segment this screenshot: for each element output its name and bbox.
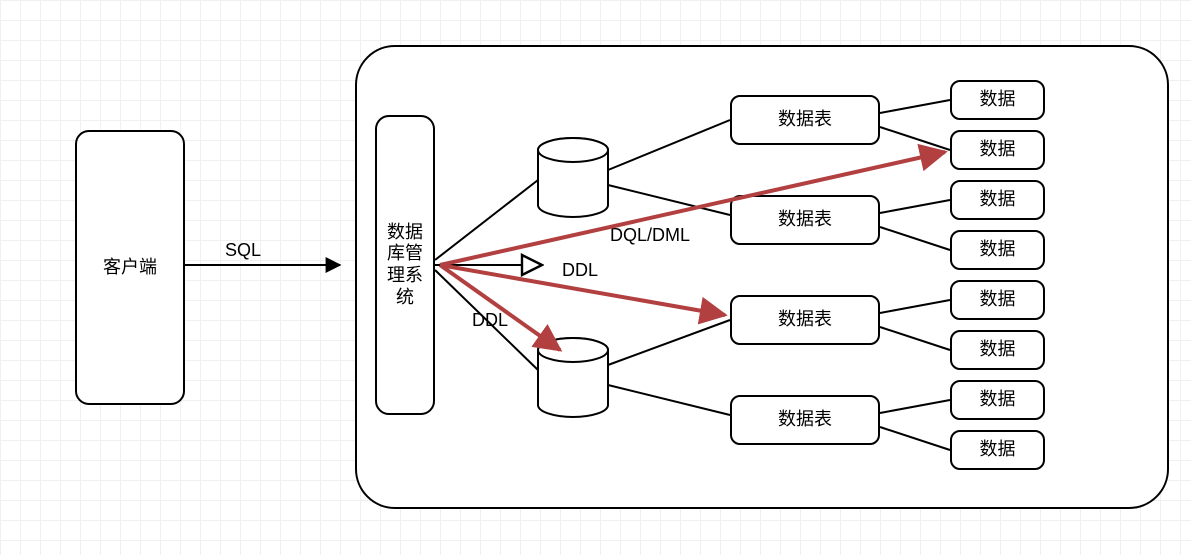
table-2-label: 数据表 bbox=[778, 209, 832, 231]
table-4: 数据表 bbox=[730, 395, 880, 445]
db2-label: 数据库 bbox=[545, 388, 596, 413]
client-label: 客户端 bbox=[103, 257, 157, 279]
table-4-label: 数据表 bbox=[778, 409, 832, 431]
ddl-label-1: DDL bbox=[562, 260, 598, 281]
data-8: 数据 bbox=[950, 430, 1045, 470]
data-2: 数据 bbox=[950, 130, 1045, 170]
dbms-label: 数据 库管 理系 统 bbox=[387, 222, 423, 308]
table-1-label: 数据表 bbox=[778, 109, 832, 131]
client-box: 客户端 bbox=[75, 130, 185, 405]
data-2-label: 数据 bbox=[980, 139, 1016, 161]
data-8-label: 数据 bbox=[980, 439, 1016, 461]
dbms-box: 数据 库管 理系 统 bbox=[375, 115, 435, 415]
data-4-label: 数据 bbox=[980, 239, 1016, 261]
db1-label: 数据库 bbox=[545, 188, 596, 213]
data-7-label: 数据 bbox=[980, 389, 1016, 411]
data-3-label: 数据 bbox=[980, 189, 1016, 211]
data-3: 数据 bbox=[950, 180, 1045, 220]
data-5-label: 数据 bbox=[980, 289, 1016, 311]
data-4: 数据 bbox=[950, 230, 1045, 270]
data-6: 数据 bbox=[950, 330, 1045, 370]
data-5: 数据 bbox=[950, 280, 1045, 320]
table-2: 数据表 bbox=[730, 195, 880, 245]
data-1-label: 数据 bbox=[980, 89, 1016, 111]
data-7: 数据 bbox=[950, 380, 1045, 420]
table-1: 数据表 bbox=[730, 95, 880, 145]
data-1: 数据 bbox=[950, 80, 1045, 120]
data-6-label: 数据 bbox=[980, 339, 1016, 361]
ddl-label-2: DDL bbox=[472, 310, 508, 331]
table-3: 数据表 bbox=[730, 295, 880, 345]
table-3-label: 数据表 bbox=[778, 309, 832, 331]
dqldml-label: DQL/DML bbox=[610, 225, 690, 246]
sql-label: SQL bbox=[225, 240, 261, 261]
